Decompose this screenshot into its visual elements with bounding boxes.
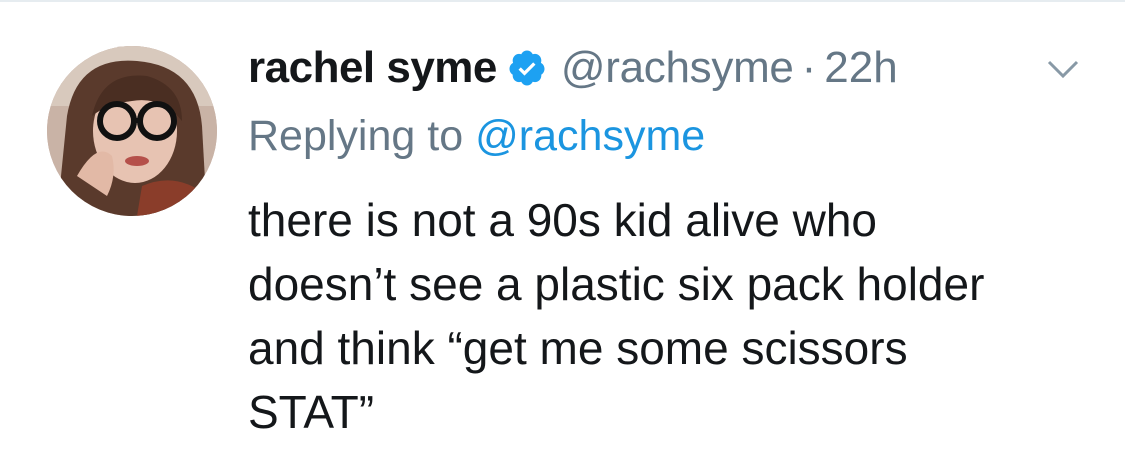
- replying-to-handle-link[interactable]: @rachsyme: [475, 112, 705, 161]
- display-name[interactable]: rachel syme: [248, 43, 497, 93]
- user-handle[interactable]: @rachsyme: [561, 43, 794, 93]
- tweet-text: there is not a 90s kid alive who doesn’t…: [248, 188, 1108, 444]
- avatar-photo: [47, 46, 217, 216]
- avatar[interactable]: [47, 46, 217, 216]
- verified-badge-icon: [507, 48, 547, 88]
- tweet-text-line: STAT”: [248, 386, 375, 438]
- tweet-header: rachel syme @rachsyme · 22h: [248, 40, 898, 96]
- tweet-timestamp[interactable]: 22h: [824, 43, 897, 93]
- tweet-text-line: doesn’t see a plastic six pack holder: [248, 258, 985, 310]
- replying-to-label: Replying to: [248, 111, 464, 160]
- top-divider: [0, 0, 1125, 2]
- header-separator: ·: [801, 43, 817, 92]
- chevron-down-icon[interactable]: [1043, 54, 1083, 84]
- tweet-text-line: and think “get me some scissors: [248, 322, 908, 374]
- tweet-text-line: there is not a 90s kid alive who: [248, 194, 878, 246]
- replying-to: Replying to @rachsyme: [248, 108, 705, 164]
